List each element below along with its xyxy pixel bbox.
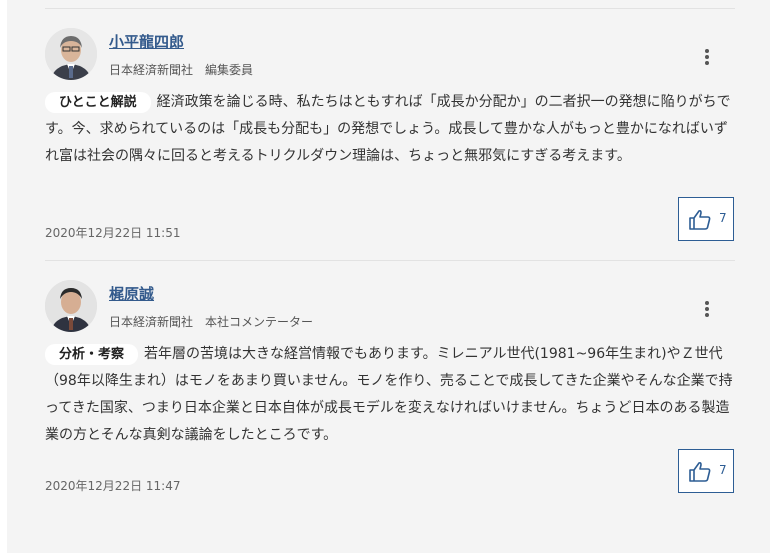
- like-button[interactable]: 7: [678, 197, 734, 241]
- author-affiliation: 日本経済新聞社 編集委員: [109, 63, 254, 77]
- comment-timestamp: 2020年12月22日 11:51: [45, 226, 181, 240]
- like-count: 7: [719, 211, 727, 225]
- author-affiliation: 日本経済新聞社 本社コメンテーター: [109, 315, 314, 329]
- comment-category-badge: 分析・考察: [45, 344, 139, 365]
- like-count: 7: [719, 463, 727, 477]
- comment-body: ひとこと解説 経済政策を論じる時、私たちはともすれば「成長か分配か」の二者択一の発…: [45, 89, 735, 170]
- comment-timestamp: 2020年12月22日 11:47: [45, 479, 181, 493]
- thumbs-up-icon: [689, 209, 711, 230]
- comments-panel: 小平龍四郎 日本経済新聞社 編集委員 ひとこと解説 経済政策を論じる時、私たちはと…: [7, 0, 770, 553]
- avatar[interactable]: [45, 280, 97, 332]
- comment-category-badge: ひとこと解説: [45, 92, 151, 113]
- comment-card: 小平龍四郎 日本経済新聞社 編集委員 ひとこと解説 経済政策を論じる時、私たちはと…: [7, 0, 770, 250]
- author-name[interactable]: 小平龍四郎: [109, 31, 184, 52]
- comment-body: 分析・考察 若年層の苦境は大きな経営情報でもあります。ミレニアル世代(1981~9…: [45, 341, 735, 449]
- comment-text: 若年層の苦境は大きな経営情報でもあります。ミレニアル世代(1981~96年生まれ…: [45, 346, 733, 443]
- like-button[interactable]: 7: [678, 449, 734, 493]
- thumbs-up-icon: [689, 461, 711, 482]
- avatar[interactable]: [45, 28, 97, 80]
- author-name[interactable]: 梶原誠: [109, 283, 154, 304]
- more-options-icon[interactable]: [699, 299, 715, 321]
- comment-card: 梶原誠 日本経済新聞社 本社コメンテーター 分析・考察 若年層の苦境は大きな経営情…: [7, 252, 770, 502]
- more-options-icon[interactable]: [699, 47, 715, 69]
